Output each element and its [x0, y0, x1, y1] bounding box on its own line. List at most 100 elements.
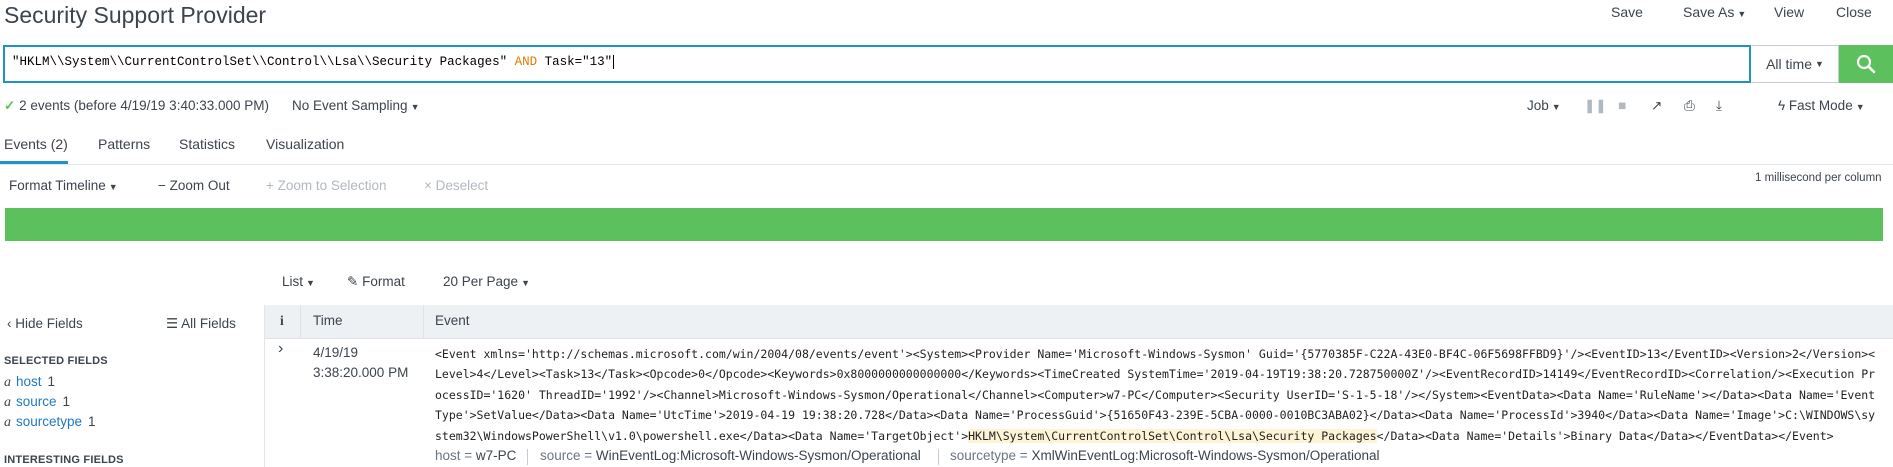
- stop-icon[interactable]: ■: [1618, 98, 1626, 113]
- pause-icon[interactable]: ❚❚: [1584, 98, 1607, 114]
- tab-patterns[interactable]: Patterns: [98, 136, 150, 152]
- field-name: source: [16, 394, 57, 409]
- zoom-to-selection-button[interactable]: + Zoom to Selection: [266, 178, 386, 193]
- selected-fields-heading: SELECTED FIELDS: [4, 355, 108, 367]
- field-count: 1: [62, 394, 71, 409]
- share-icon[interactable]: ↗: [1651, 98, 1662, 114]
- chevron-down-icon: ▼: [410, 102, 420, 112]
- job-menu[interactable]: Job ▼: [1527, 98, 1561, 113]
- timeline-scale: 1 millisecond per column: [1755, 172, 1882, 184]
- events-summary-text: 2 events (before 4/19/19 3:40:33.000 PM): [19, 98, 269, 113]
- tab-visualization[interactable]: Visualization: [266, 136, 344, 152]
- deselect-button[interactable]: × Deselect: [424, 178, 488, 193]
- column-divider: [300, 305, 301, 339]
- expand-row-icon[interactable]: ›: [278, 340, 283, 358]
- zoom-out-label: Zoom Out: [169, 178, 230, 193]
- event-date: 4/19/19: [313, 345, 359, 360]
- event-sampling-label: No Event Sampling: [292, 98, 408, 113]
- event-text: stem32\WindowsPowerShell\v1.0\powershell…: [435, 428, 969, 443]
- close-button[interactable]: Close: [1836, 4, 1872, 20]
- field-count: 1: [88, 414, 96, 429]
- list-label: List: [282, 274, 304, 289]
- event-field-sourcetype[interactable]: sourcetype = XmlWinEventLog:Microsoft-Wi…: [950, 448, 1380, 463]
- format-timeline-dropdown[interactable]: Format Timeline ▼: [9, 178, 118, 193]
- timeline-bar[interactable]: [5, 208, 1883, 241]
- info-column-icon: i: [280, 313, 284, 328]
- field-separator: [527, 449, 528, 465]
- pencil-icon: ✎: [347, 274, 359, 289]
- event-column-header[interactable]: Event: [435, 313, 470, 328]
- event-time: 4/19/19 3:38:20.000 PM: [313, 343, 408, 383]
- field-source[interactable]: a source 1: [4, 394, 70, 411]
- format-button[interactable]: ✎ Format: [347, 274, 405, 290]
- field-separator: [938, 449, 939, 465]
- event-raw: <Event xmlns='http://schemas.microsoft.c…: [435, 344, 1890, 446]
- event-text: </Data><Data Name='Details'>Binary Data<…: [1376, 428, 1834, 443]
- chevron-down-icon: ▼: [521, 278, 530, 288]
- chevron-down-icon: ▼: [108, 182, 118, 192]
- zoom-out-button[interactable]: − Zoom Out: [158, 178, 230, 193]
- chevron-left-icon: ‹: [7, 316, 12, 331]
- table-header: [265, 305, 1893, 339]
- field-name: sourcetype: [16, 414, 83, 429]
- field-value: w7-PC: [475, 448, 517, 463]
- text-cursor: [613, 55, 615, 69]
- list-icon: ☰: [166, 316, 179, 331]
- hide-fields-button[interactable]: ‹ Hide Fields: [7, 316, 83, 331]
- save-as-button[interactable]: Save As ▼: [1683, 4, 1746, 20]
- event-sampling-dropdown[interactable]: No Event Sampling ▼: [292, 98, 419, 113]
- event-line: <Event xmlns='http://schemas.microsoft.c…: [435, 347, 1876, 361]
- chevron-down-icon: ▼: [1737, 9, 1747, 19]
- interesting-fields-heading: INTERESTING FIELDS: [4, 454, 124, 466]
- all-fields-button[interactable]: ☰ All Fields: [166, 316, 236, 332]
- time-column-header[interactable]: Time: [313, 313, 343, 328]
- string-type-icon: a: [4, 415, 11, 430]
- check-icon: ✓: [4, 98, 16, 113]
- format-timeline-label: Format Timeline: [9, 178, 106, 193]
- search-mode-label: Fast Mode: [1788, 98, 1853, 113]
- event-line: ocessID='1620' ThreadID='1992'/><Channel…: [435, 387, 1876, 402]
- chevron-down-icon: ▼: [1855, 102, 1865, 112]
- tab-statistics[interactable]: Statistics: [179, 136, 235, 152]
- field-key: host: [435, 448, 461, 463]
- per-page-dropdown[interactable]: 20 Per Page ▼: [443, 274, 530, 289]
- all-fields-label: All Fields: [181, 316, 236, 331]
- event-line: stem32\WindowsPowerShell\v1.0\powershell…: [435, 426, 1890, 446]
- plus-icon: +: [266, 178, 274, 193]
- field-count: 1: [47, 374, 56, 389]
- chevron-down-icon: ▼: [1551, 102, 1561, 112]
- search-icon: [1856, 54, 1876, 74]
- event-line: Type'>SetValue</Data><Data Name='UtcTime…: [435, 408, 1876, 423]
- search-button[interactable]: [1839, 45, 1893, 83]
- page-title: Security Support Provider: [4, 2, 267, 28]
- print-icon[interactable]: ⎙: [1684, 98, 1695, 114]
- search-match-highlight: HKLM\System\CurrentControlSet\Control\Ls…: [968, 428, 1377, 443]
- field-sourcetype[interactable]: a sourcetype 1: [4, 414, 96, 431]
- field-value: XmlWinEventLog:Microsoft-Windows-Sysmon/…: [1031, 448, 1380, 463]
- lightning-icon: ϟ: [1778, 98, 1786, 113]
- event-field-source[interactable]: source = WinEventLog:Microsoft-Windows-S…: [540, 448, 921, 463]
- list-dropdown[interactable]: List ▼: [282, 274, 315, 289]
- hide-fields-label: Hide Fields: [15, 316, 83, 331]
- tab-events[interactable]: Events (2): [4, 136, 68, 152]
- field-host[interactable]: a host 1: [4, 374, 55, 391]
- column-divider: [423, 305, 424, 339]
- search-mode-dropdown[interactable]: ϟ Fast Mode ▼: [1778, 98, 1865, 113]
- time-range-picker[interactable]: All time ▼: [1752, 45, 1839, 83]
- query-operator: AND: [514, 55, 538, 69]
- zoom-to-selection-label: Zoom to Selection: [277, 178, 387, 193]
- save-button[interactable]: Save: [1611, 4, 1643, 20]
- tabs-divider: [0, 164, 1893, 165]
- query-term: "HKLM\\System\\CurrentControlSet\\Contro…: [12, 55, 508, 69]
- field-key: sourcetype: [950, 448, 1017, 463]
- close-icon: ×: [424, 178, 432, 193]
- chevron-down-icon: ▼: [306, 278, 315, 288]
- event-field-host[interactable]: host = w7-PC: [435, 448, 516, 463]
- export-icon[interactable]: ⤓: [1716, 98, 1722, 114]
- save-as-label: Save As: [1683, 4, 1735, 20]
- field-value: WinEventLog:Microsoft-Windows-Sysmon/Ope…: [595, 448, 921, 463]
- job-label: Job: [1527, 98, 1549, 113]
- search-query: "HKLM\\System\\CurrentControlSet\\Contro…: [12, 55, 615, 69]
- view-button[interactable]: View: [1774, 4, 1804, 20]
- query-filter: Task="13": [544, 55, 613, 69]
